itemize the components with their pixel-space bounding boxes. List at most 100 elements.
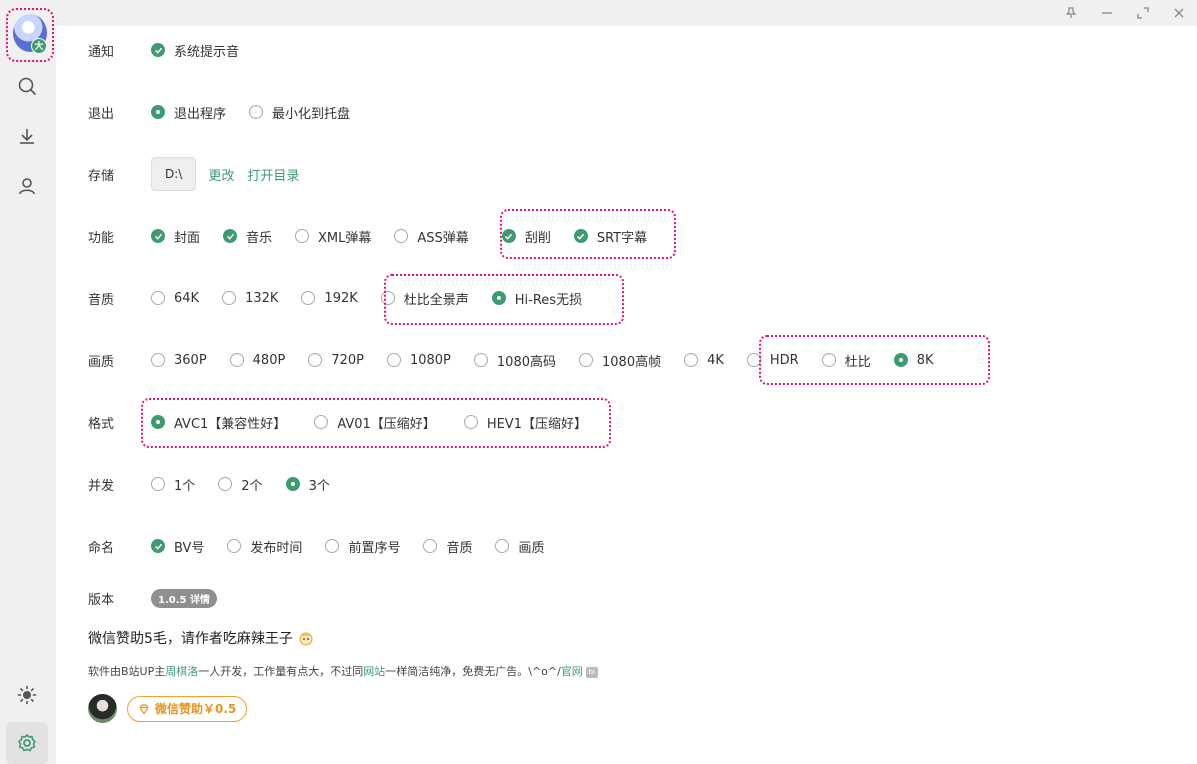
- option-label: 3个: [308, 478, 330, 494]
- feature-ass-checkbox[interactable]: ASS弹幕: [394, 227, 469, 246]
- option-label: 音乐: [246, 230, 273, 246]
- about-text-part: 一样简洁纯净，免费无广告。\^o^/: [385, 665, 561, 678]
- mascot-icon: [299, 632, 313, 646]
- site-link[interactable]: 网站: [363, 665, 385, 678]
- author-link[interactable]: 周棋洛: [165, 665, 198, 678]
- video-dolby-radio[interactable]: 杜比: [821, 351, 871, 370]
- exit-program-radio[interactable]: 退出程序: [151, 103, 226, 122]
- radio-unselected: [222, 291, 237, 305]
- check-icon: [151, 229, 165, 243]
- option-label: 发布时间: [250, 540, 303, 556]
- concurrency-2-radio[interactable]: 2个: [218, 475, 263, 494]
- check-icon: [223, 229, 238, 243]
- concurrency-1-radio[interactable]: 1个: [151, 475, 195, 494]
- close-icon[interactable]: [1169, 3, 1189, 23]
- video-8k-radio[interactable]: 8K: [893, 352, 934, 368]
- check-icon: [151, 43, 165, 57]
- maximize-icon[interactable]: [1133, 3, 1153, 23]
- storage-path-box[interactable]: D:\: [151, 157, 197, 191]
- radio-selected: [151, 105, 165, 119]
- radio-unselected: [684, 353, 699, 367]
- naming-bv-checkbox[interactable]: BV号: [151, 537, 204, 556]
- feature-scrape-checkbox[interactable]: 刮削: [501, 227, 551, 246]
- settings-panel: 通知 系统提示音 退出 退出程序 最小化到托盘 存储 D:\ 更改 打开目录 功…: [56, 26, 1197, 764]
- official-link[interactable]: 官网: [561, 665, 583, 678]
- user-icon[interactable]: [15, 174, 39, 198]
- avatar-badge: 大: [31, 38, 47, 54]
- about-text-part: 软件由B站UP主: [88, 665, 166, 678]
- bilibili-badge-icon: bi: [585, 666, 598, 678]
- radio-selected: [893, 353, 908, 367]
- unchecked-icon: [295, 229, 310, 243]
- setting-label: 通知: [88, 44, 115, 60]
- feature-srt-checkbox[interactable]: SRT字幕: [573, 227, 647, 246]
- minimize-icon[interactable]: [1097, 3, 1117, 23]
- download-icon[interactable]: [15, 124, 39, 148]
- notify-sound-checkbox[interactable]: 系统提示音: [151, 41, 239, 60]
- audio-hires-radio[interactable]: Hi-Res无损: [491, 289, 582, 308]
- option-label: 2个: [241, 478, 263, 494]
- audio-dolby-radio[interactable]: 杜比全景声: [380, 289, 469, 308]
- pin-icon[interactable]: [1061, 3, 1081, 23]
- setting-label: 命名: [88, 540, 115, 556]
- video-1080-highbit-radio[interactable]: 1080高码: [473, 351, 556, 370]
- radio-unselected: [151, 477, 165, 491]
- setting-notify: 通知 系统提示音: [88, 38, 262, 62]
- option-label: 132K: [245, 290, 279, 306]
- naming-date-checkbox[interactable]: 发布时间: [227, 537, 302, 556]
- setting-naming: 命名 BV号 发布时间 前置序号 音质 画质: [88, 534, 567, 558]
- change-dir-link[interactable]: 更改: [208, 165, 234, 184]
- video-1080p-radio[interactable]: 1080P: [386, 353, 451, 368]
- radio-unselected: [308, 353, 323, 367]
- video-4k-radio[interactable]: 4K: [684, 353, 724, 368]
- unchecked-icon: [394, 229, 409, 243]
- setting-label: 版本: [88, 592, 115, 608]
- option-label: 1080高帧: [602, 354, 662, 370]
- setting-label: 功能: [88, 230, 115, 246]
- setting-label: 音质: [88, 292, 115, 308]
- theme-sun-icon[interactable]: [15, 683, 39, 707]
- feature-music-checkbox[interactable]: 音乐: [223, 227, 272, 246]
- setting-format: 格式 AVC1【兼容性好】 AV01【压缩好】 HEV1【压缩好】: [88, 410, 610, 434]
- settings-gear-icon[interactable]: [15, 731, 39, 755]
- option-label: 退出程序: [174, 106, 227, 122]
- option-label: 杜比: [844, 354, 871, 370]
- concurrency-3-radio[interactable]: 3个: [285, 475, 330, 494]
- radio-unselected: [249, 105, 264, 119]
- naming-video-checkbox[interactable]: 画质: [495, 537, 544, 556]
- video-360p-radio[interactable]: 360P: [151, 353, 207, 368]
- check-icon: [573, 229, 588, 243]
- feature-xml-checkbox[interactable]: XML弹幕: [295, 227, 371, 246]
- audio-64k-radio[interactable]: 64K: [151, 291, 199, 306]
- wechat-donate-button[interactable]: 微信赞助￥0.5: [127, 695, 248, 722]
- video-480p-radio[interactable]: 480P: [229, 353, 285, 368]
- naming-audio-checkbox[interactable]: 音质: [423, 537, 472, 556]
- audio-132k-radio[interactable]: 132K: [222, 291, 278, 306]
- audio-192k-radio[interactable]: 192K: [301, 291, 358, 306]
- radio-selected: [285, 477, 300, 491]
- option-label: BV号: [174, 540, 205, 556]
- minimize-tray-radio[interactable]: 最小化到托盘: [249, 103, 350, 122]
- feature-cover-checkbox[interactable]: 封面: [151, 227, 200, 246]
- format-av01-radio[interactable]: AV01【压缩好】: [314, 413, 436, 432]
- option-label: 8K: [916, 352, 934, 368]
- radio-unselected: [473, 353, 488, 367]
- radio-unselected: [151, 291, 165, 305]
- format-hev1-radio[interactable]: HEV1【压缩好】: [463, 413, 587, 432]
- video-1080-highfps-radio[interactable]: 1080高帧: [579, 351, 661, 370]
- setting-features: 功能 封面 音乐 XML弹幕 ASS弹幕 刮削 SRT字幕: [88, 224, 670, 248]
- setting-audio: 音质 64K 132K 192K 杜比全景声 Hi-Res无损: [88, 286, 605, 310]
- format-avc1-radio[interactable]: AVC1【兼容性好】: [151, 413, 286, 432]
- search-icon[interactable]: [15, 74, 39, 98]
- option-label: 4K: [707, 352, 724, 368]
- about-text-part: 一人开发，工作量有点大，不过同: [198, 665, 364, 678]
- video-hdr-radio[interactable]: HDR: [746, 353, 799, 368]
- open-dir-link[interactable]: 打开目录: [247, 165, 299, 184]
- author-avatar: [88, 694, 117, 723]
- video-720p-radio[interactable]: 720P: [308, 353, 364, 368]
- option-label: 720P: [331, 352, 364, 368]
- user-avatar-button[interactable]: 大: [6, 8, 54, 62]
- option-label: AVC1【兼容性好】: [174, 416, 287, 432]
- naming-index-checkbox[interactable]: 前置序号: [325, 537, 400, 556]
- version-details-button[interactable]: 1.0.5 详情: [151, 588, 217, 608]
